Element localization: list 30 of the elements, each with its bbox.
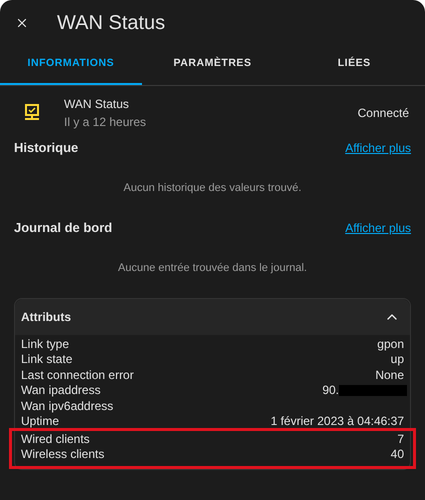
attribute-name: Uptime	[21, 413, 60, 430]
network-monitor-icon	[22, 103, 42, 123]
tab[interactable]: PARAMÈTRES	[142, 45, 284, 85]
attributes-title: Attributs	[21, 309, 71, 326]
tab[interactable]: INFORMATIONS	[0, 45, 142, 85]
entity-state: Connecté	[358, 105, 409, 122]
attribute-name: Link state	[21, 351, 72, 368]
attribute-value: up	[390, 351, 404, 368]
empty-message: Aucune entrée trouvée dans le journal.	[118, 260, 307, 276]
attribute-name: Wan ipv6address	[21, 398, 114, 415]
attribute-value: 40	[390, 446, 404, 464]
dialog-title: WAN Status	[57, 10, 166, 36]
attribute-value: None	[375, 366, 404, 384]
attribute-value: gpon	[377, 336, 404, 353]
section-title: Historique	[14, 139, 78, 158]
attribute-name: Wan ipaddress	[21, 382, 101, 400]
empty-message: Aucun historique des valeurs trouvé.	[124, 180, 302, 196]
attribute-name: Wireless clients	[21, 446, 104, 464]
attribute-name: Last connection error	[21, 366, 134, 384]
last-changed-text: Il y a 12 heures	[64, 114, 148, 131]
tab[interactable]: LIÉES	[283, 45, 425, 85]
entity-name: WAN Status	[64, 96, 130, 113]
section-title: Journal de bord	[14, 219, 112, 238]
attribute-name: Link type	[21, 336, 70, 353]
attribute-value: 7	[397, 430, 404, 448]
attribute-name: Wired clients	[21, 430, 90, 448]
attribute-value: 90.	[322, 382, 339, 400]
show-more-link[interactable]: Afficher plus	[345, 219, 411, 237]
attribute-value: 1 février 2023 à 04:46:37	[270, 413, 404, 430]
show-more-link[interactable]: Afficher plus	[345, 139, 411, 157]
